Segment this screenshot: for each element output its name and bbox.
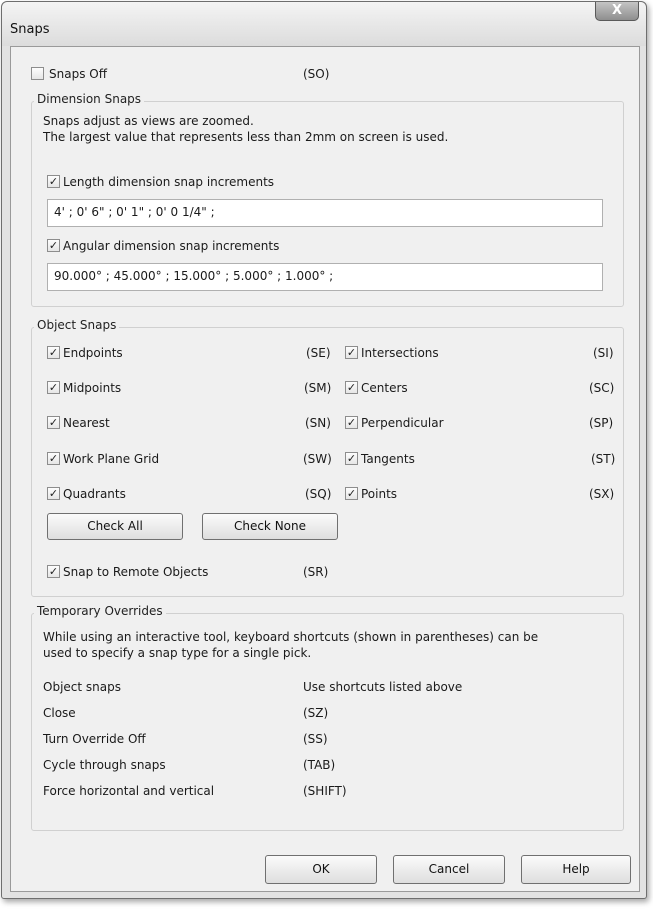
- window-title: Snaps: [10, 22, 50, 37]
- override-value: (SHIFT): [303, 784, 347, 798]
- override-value: Use shortcuts listed above: [303, 680, 463, 694]
- title-bar[interactable]: Snaps X: [2, 2, 646, 46]
- snaps-off-label[interactable]: Snaps Off: [49, 67, 107, 81]
- points-checkbox[interactable]: ✓: [345, 487, 358, 500]
- quadrants-label[interactable]: Quadrants: [63, 487, 126, 501]
- override-value: (SZ): [303, 706, 329, 720]
- intersections-checkbox[interactable]: ✓: [345, 346, 358, 359]
- override-label: Object snaps: [43, 680, 121, 694]
- midpoints-checkbox[interactable]: ✓: [47, 381, 60, 394]
- override-label: Turn Override Off: [43, 732, 146, 746]
- snaps-dialog: Snaps X Snaps Off (SO) Dimension Snaps S…: [1, 1, 647, 899]
- endpoints-label[interactable]: Endpoints: [63, 346, 123, 360]
- override-label: Cycle through snaps: [43, 758, 166, 772]
- centers-checkbox[interactable]: ✓: [345, 381, 358, 394]
- quadrants-shortcut: (SQ): [305, 487, 332, 501]
- override-value: (TAB): [303, 758, 336, 772]
- work-plane-grid-checkbox[interactable]: ✓: [47, 452, 60, 465]
- centers-shortcut: (SC): [589, 381, 615, 395]
- points-label[interactable]: Points: [361, 487, 397, 501]
- work-plane-grid-shortcut: (SW): [303, 452, 332, 466]
- endpoints-shortcut: (SE): [306, 346, 331, 360]
- intersections-label[interactable]: Intersections: [361, 346, 439, 360]
- temporary-overrides-info-line2: used to specify a snap type for a single…: [43, 646, 312, 660]
- midpoints-shortcut: (SM): [304, 381, 332, 395]
- snap-to-remote-checkbox[interactable]: ✓: [47, 565, 60, 578]
- angular-increments-label[interactable]: Angular dimension snap increments: [63, 239, 279, 253]
- temporary-overrides-info-line1: While using an interactive tool, keyboar…: [43, 630, 539, 644]
- nearest-checkbox[interactable]: ✓: [47, 416, 60, 429]
- snap-to-remote-shortcut: (SR): [303, 565, 329, 579]
- centers-label[interactable]: Centers: [361, 381, 408, 395]
- nearest-label[interactable]: Nearest: [63, 416, 110, 430]
- angular-increments-input[interactable]: 90.000° ; 45.000° ; 15.000° ; 5.000° ; 1…: [47, 263, 603, 291]
- dialog-client-area: Snaps Off (SO) Dimension Snaps Snaps adj…: [10, 46, 640, 892]
- help-button[interactable]: Help: [521, 855, 631, 884]
- tangents-label[interactable]: Tangents: [361, 452, 415, 466]
- dimension-snaps-info-line2: The largest value that represents less t…: [43, 130, 449, 144]
- temporary-overrides-title: Temporary Overrides: [34, 604, 166, 618]
- check-none-button[interactable]: Check None: [202, 513, 338, 540]
- check-all-button[interactable]: Check All: [47, 513, 183, 540]
- perpendicular-shortcut: (SP): [589, 416, 614, 430]
- length-increments-label[interactable]: Length dimension snap increments: [63, 175, 274, 189]
- dimension-snaps-info-line1: Snaps adjust as views are zoomed.: [43, 114, 254, 128]
- length-increments-checkbox[interactable]: ✓: [47, 175, 60, 188]
- snaps-off-shortcut: (SO): [303, 67, 330, 81]
- snaps-off-checkbox[interactable]: [31, 67, 44, 80]
- intersections-shortcut: (SI): [593, 346, 614, 360]
- override-label: Close: [43, 706, 76, 720]
- tangents-shortcut: (ST): [591, 452, 616, 466]
- object-snaps-title: Object Snaps: [34, 318, 120, 332]
- points-shortcut: (SX): [589, 487, 615, 501]
- work-plane-grid-label[interactable]: Work Plane Grid: [63, 452, 159, 466]
- perpendicular-checkbox[interactable]: ✓: [345, 416, 358, 429]
- angular-increments-checkbox[interactable]: ✓: [47, 239, 60, 252]
- quadrants-checkbox[interactable]: ✓: [47, 487, 60, 500]
- perpendicular-label[interactable]: Perpendicular: [361, 416, 444, 430]
- dimension-snaps-title: Dimension Snaps: [34, 92, 145, 106]
- tangents-checkbox[interactable]: ✓: [345, 452, 358, 465]
- endpoints-checkbox[interactable]: ✓: [47, 346, 60, 359]
- ok-button[interactable]: OK: [265, 855, 377, 884]
- nearest-shortcut: (SN): [305, 416, 331, 430]
- cancel-button[interactable]: Cancel: [393, 855, 505, 884]
- midpoints-label[interactable]: Midpoints: [63, 381, 121, 395]
- override-label: Force horizontal and vertical: [43, 784, 215, 798]
- snap-to-remote-label[interactable]: Snap to Remote Objects: [63, 565, 208, 579]
- length-increments-input[interactable]: 4' ; 0' 6" ; 0' 1" ; 0' 0 1/4" ;: [47, 199, 603, 227]
- override-value: (SS): [303, 732, 328, 746]
- close-button[interactable]: X: [595, 2, 639, 21]
